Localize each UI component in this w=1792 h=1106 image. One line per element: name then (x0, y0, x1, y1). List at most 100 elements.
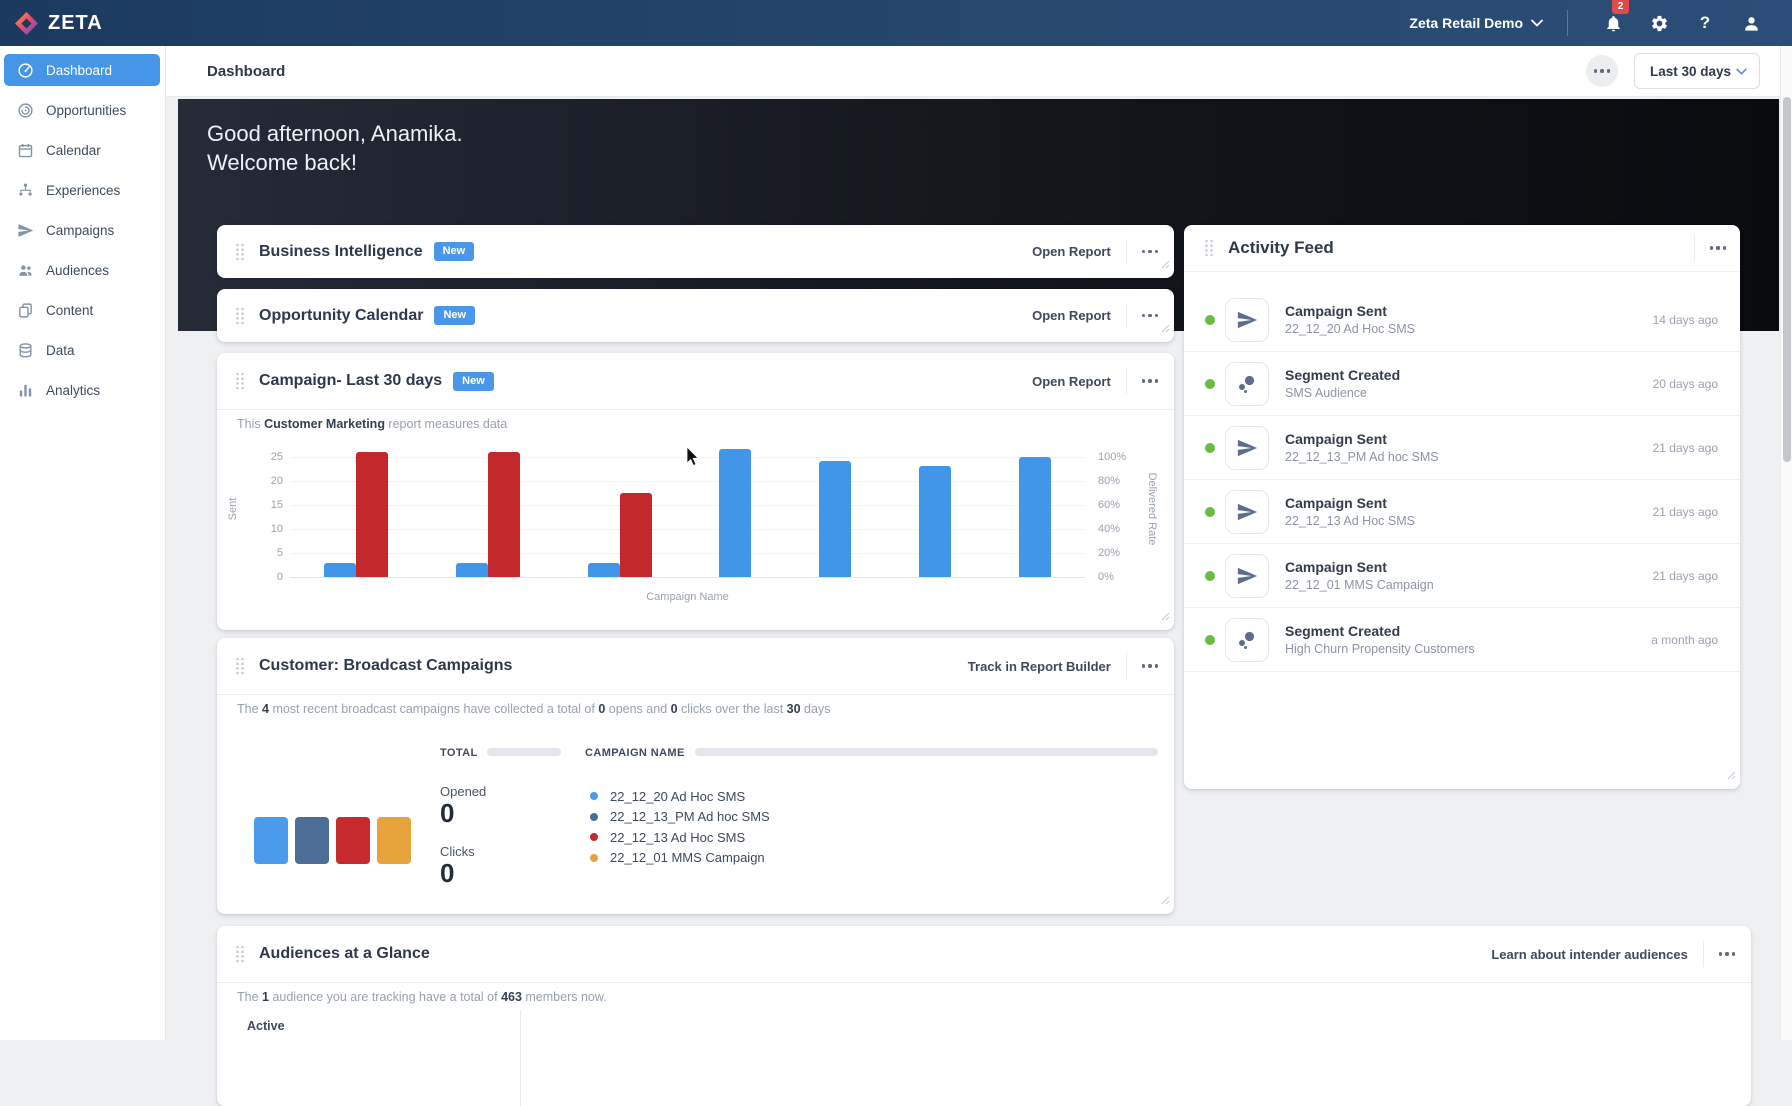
feed-item-texts: Segment Created SMS Audience (1285, 367, 1400, 400)
campaign-sent-icon (1225, 489, 1269, 534)
sidebar-item-label: Content (46, 302, 94, 318)
text-fragment: report measures data (384, 417, 508, 431)
resize-handle[interactable] (1161, 320, 1170, 338)
activity-feed-item[interactable]: Campaign Sent 22_12_13_PM Ad hoc SMS 21 da… (1184, 416, 1740, 480)
drag-handle-icon[interactable] (235, 657, 245, 675)
status-dot-icon (1205, 314, 1215, 325)
chart-gridline (290, 577, 1085, 578)
campaign-name-column-header: CAMPAIGN NAME (585, 747, 685, 759)
total-header-bar (487, 748, 561, 756)
sidebar-item-dashboard[interactable]: Dashboard (4, 54, 160, 86)
resize-handle[interactable] (1161, 892, 1170, 910)
notifications-button[interactable]: 2 (1600, 0, 1629, 36)
date-range-select[interactable]: Last 30 days (1634, 53, 1760, 89)
drag-handle-icon[interactable] (235, 945, 245, 963)
x-axis-label: Campaign Name (646, 591, 729, 603)
drag-handle-icon[interactable] (1204, 239, 1214, 257)
divider (1693, 235, 1695, 261)
bar-blue (1018, 456, 1051, 577)
emphasized-text: Customer Marketing (264, 417, 385, 431)
legend-label: 22_12_20 Ad Hoc SMS (610, 788, 746, 804)
campaign-swatch (254, 817, 288, 864)
scrollbar-thumb[interactable] (1783, 97, 1791, 462)
campaign-swatch (295, 817, 329, 864)
card-menu-button[interactable] (1141, 664, 1158, 668)
card-menu-button[interactable] (1141, 249, 1158, 254)
status-dot-icon (1205, 378, 1215, 389)
sidebar-item-opportunities[interactable]: Opportunities (4, 94, 160, 126)
activity-feed-item[interactable]: Segment Created SMS Audience 20 days ago (1184, 352, 1740, 416)
calendar-icon (16, 141, 34, 159)
chart-description: This Customer Marketing report measures … (237, 417, 507, 431)
y-axis-label-left: Sent (227, 497, 239, 521)
legend-label: 22_12_13_PM Ad hoc SMS (610, 809, 770, 825)
card-title: Customer: Broadcast Campaigns (259, 657, 513, 674)
text-fragment: This (237, 417, 265, 431)
hero-greeting-line2: Welcome back! (207, 150, 357, 175)
experiences-icon (16, 181, 34, 199)
feed-item-subtitle: High Churn Propensity Customers (1285, 642, 1475, 656)
page-more-button[interactable] (1586, 55, 1618, 87)
resize-handle[interactable] (1727, 767, 1736, 785)
segment-created-icon (1225, 617, 1269, 662)
legend-dot-icon (590, 853, 598, 862)
open-report-link[interactable]: Open Report (1032, 244, 1111, 259)
card-menu-button[interactable] (1709, 246, 1726, 250)
y-tick-right: 40% (1098, 522, 1121, 535)
activity-feed-item[interactable]: Campaign Sent 22_12_20 Ad Hoc SMS 14 days … (1184, 288, 1740, 352)
hero-greeting-line1: Good afternoon, Anamika. (207, 121, 463, 146)
sidebar-nav: Dashboard Opportunities Calendar Experience… (0, 54, 165, 406)
learn-about-intender-audiences-link[interactable]: Learn about intender audiences (1491, 947, 1688, 962)
data-icon (16, 341, 34, 359)
brand-name: ZETA (48, 11, 103, 34)
feed-item-subtitle: 22_12_20 Ad Hoc SMS (1285, 322, 1415, 336)
text-fragment: members now. (521, 990, 607, 1004)
sidebar-item-content[interactable]: Content (4, 294, 160, 326)
emphasized-text: 0 (670, 702, 678, 716)
campaign-chart-plot (290, 447, 1085, 578)
workspace-selector[interactable]: Zeta Retail Demo (1409, 15, 1543, 31)
feed-item-subtitle: 22_12_13 Ad Hoc SMS (1285, 514, 1415, 528)
campaign-chart: Sent Delivered Rate Campaign Name 25 100%… (217, 439, 1174, 623)
sidebar-item-analytics[interactable]: Analytics (4, 374, 160, 406)
resize-handle[interactable] (1161, 608, 1170, 626)
chevron-down-icon (1736, 68, 1747, 75)
drag-handle-icon[interactable] (235, 243, 245, 261)
sidebar-item-audiences[interactable]: Audiences (4, 254, 160, 286)
sidebar-item-label: Experiences (46, 182, 121, 198)
track-in-report-builder-link[interactable]: Track in Report Builder (968, 659, 1111, 674)
activity-feed-list: Campaign Sent 22_12_20 Ad Hoc SMS 14 days … (1184, 272, 1740, 672)
sidebar-item-data[interactable]: Data (4, 334, 160, 366)
text-fragment: audience you are tracking have a total o… (268, 990, 502, 1004)
bar-blue (719, 449, 752, 577)
open-report-link[interactable]: Open Report (1032, 374, 1111, 389)
card-menu-button[interactable] (1718, 952, 1735, 956)
drag-handle-icon[interactable] (235, 307, 245, 325)
divider (1125, 302, 1127, 329)
sidebar-item-campaigns[interactable]: Campaigns (4, 214, 160, 246)
text-fragment: The (237, 702, 263, 716)
card-menu-button[interactable] (1141, 313, 1158, 318)
resize-handle[interactable] (1161, 256, 1170, 274)
opened-label: Opened (440, 784, 487, 799)
card-menu-button[interactable] (1141, 379, 1158, 383)
activity-feed-item[interactable]: Campaign Sent 22_12_01 MMS Campaign 21 day… (1184, 544, 1740, 608)
chevron-down-icon (1531, 19, 1543, 27)
open-report-link[interactable]: Open Report (1032, 308, 1111, 323)
activity-feed-item[interactable]: Segment Created High Churn Propensity Cus… (1184, 608, 1740, 672)
bar-group (819, 461, 852, 577)
user-menu-button[interactable] (1738, 10, 1764, 36)
opportunity-calendar-card: Opportunity Calendar New Open Report (217, 289, 1174, 342)
settings-button[interactable] (1646, 10, 1672, 36)
drag-handle-icon[interactable] (235, 372, 245, 390)
campaign-swatches (254, 817, 411, 864)
bar-group (919, 466, 952, 577)
help-button[interactable]: ? (1692, 10, 1718, 36)
feed-item-title: Segment Created (1285, 623, 1401, 639)
sidebar-item-calendar[interactable]: Calendar (4, 134, 160, 166)
feed-item-title: Campaign Sent (1285, 559, 1387, 575)
brand-logo[interactable]: ZETA (0, 11, 103, 36)
sidebar-item-experiences[interactable]: Experiences (4, 174, 160, 206)
feed-item-timestamp: a month ago (1651, 632, 1718, 647)
activity-feed-item[interactable]: Campaign Sent 22_12_13 Ad Hoc SMS 21 days … (1184, 480, 1740, 544)
